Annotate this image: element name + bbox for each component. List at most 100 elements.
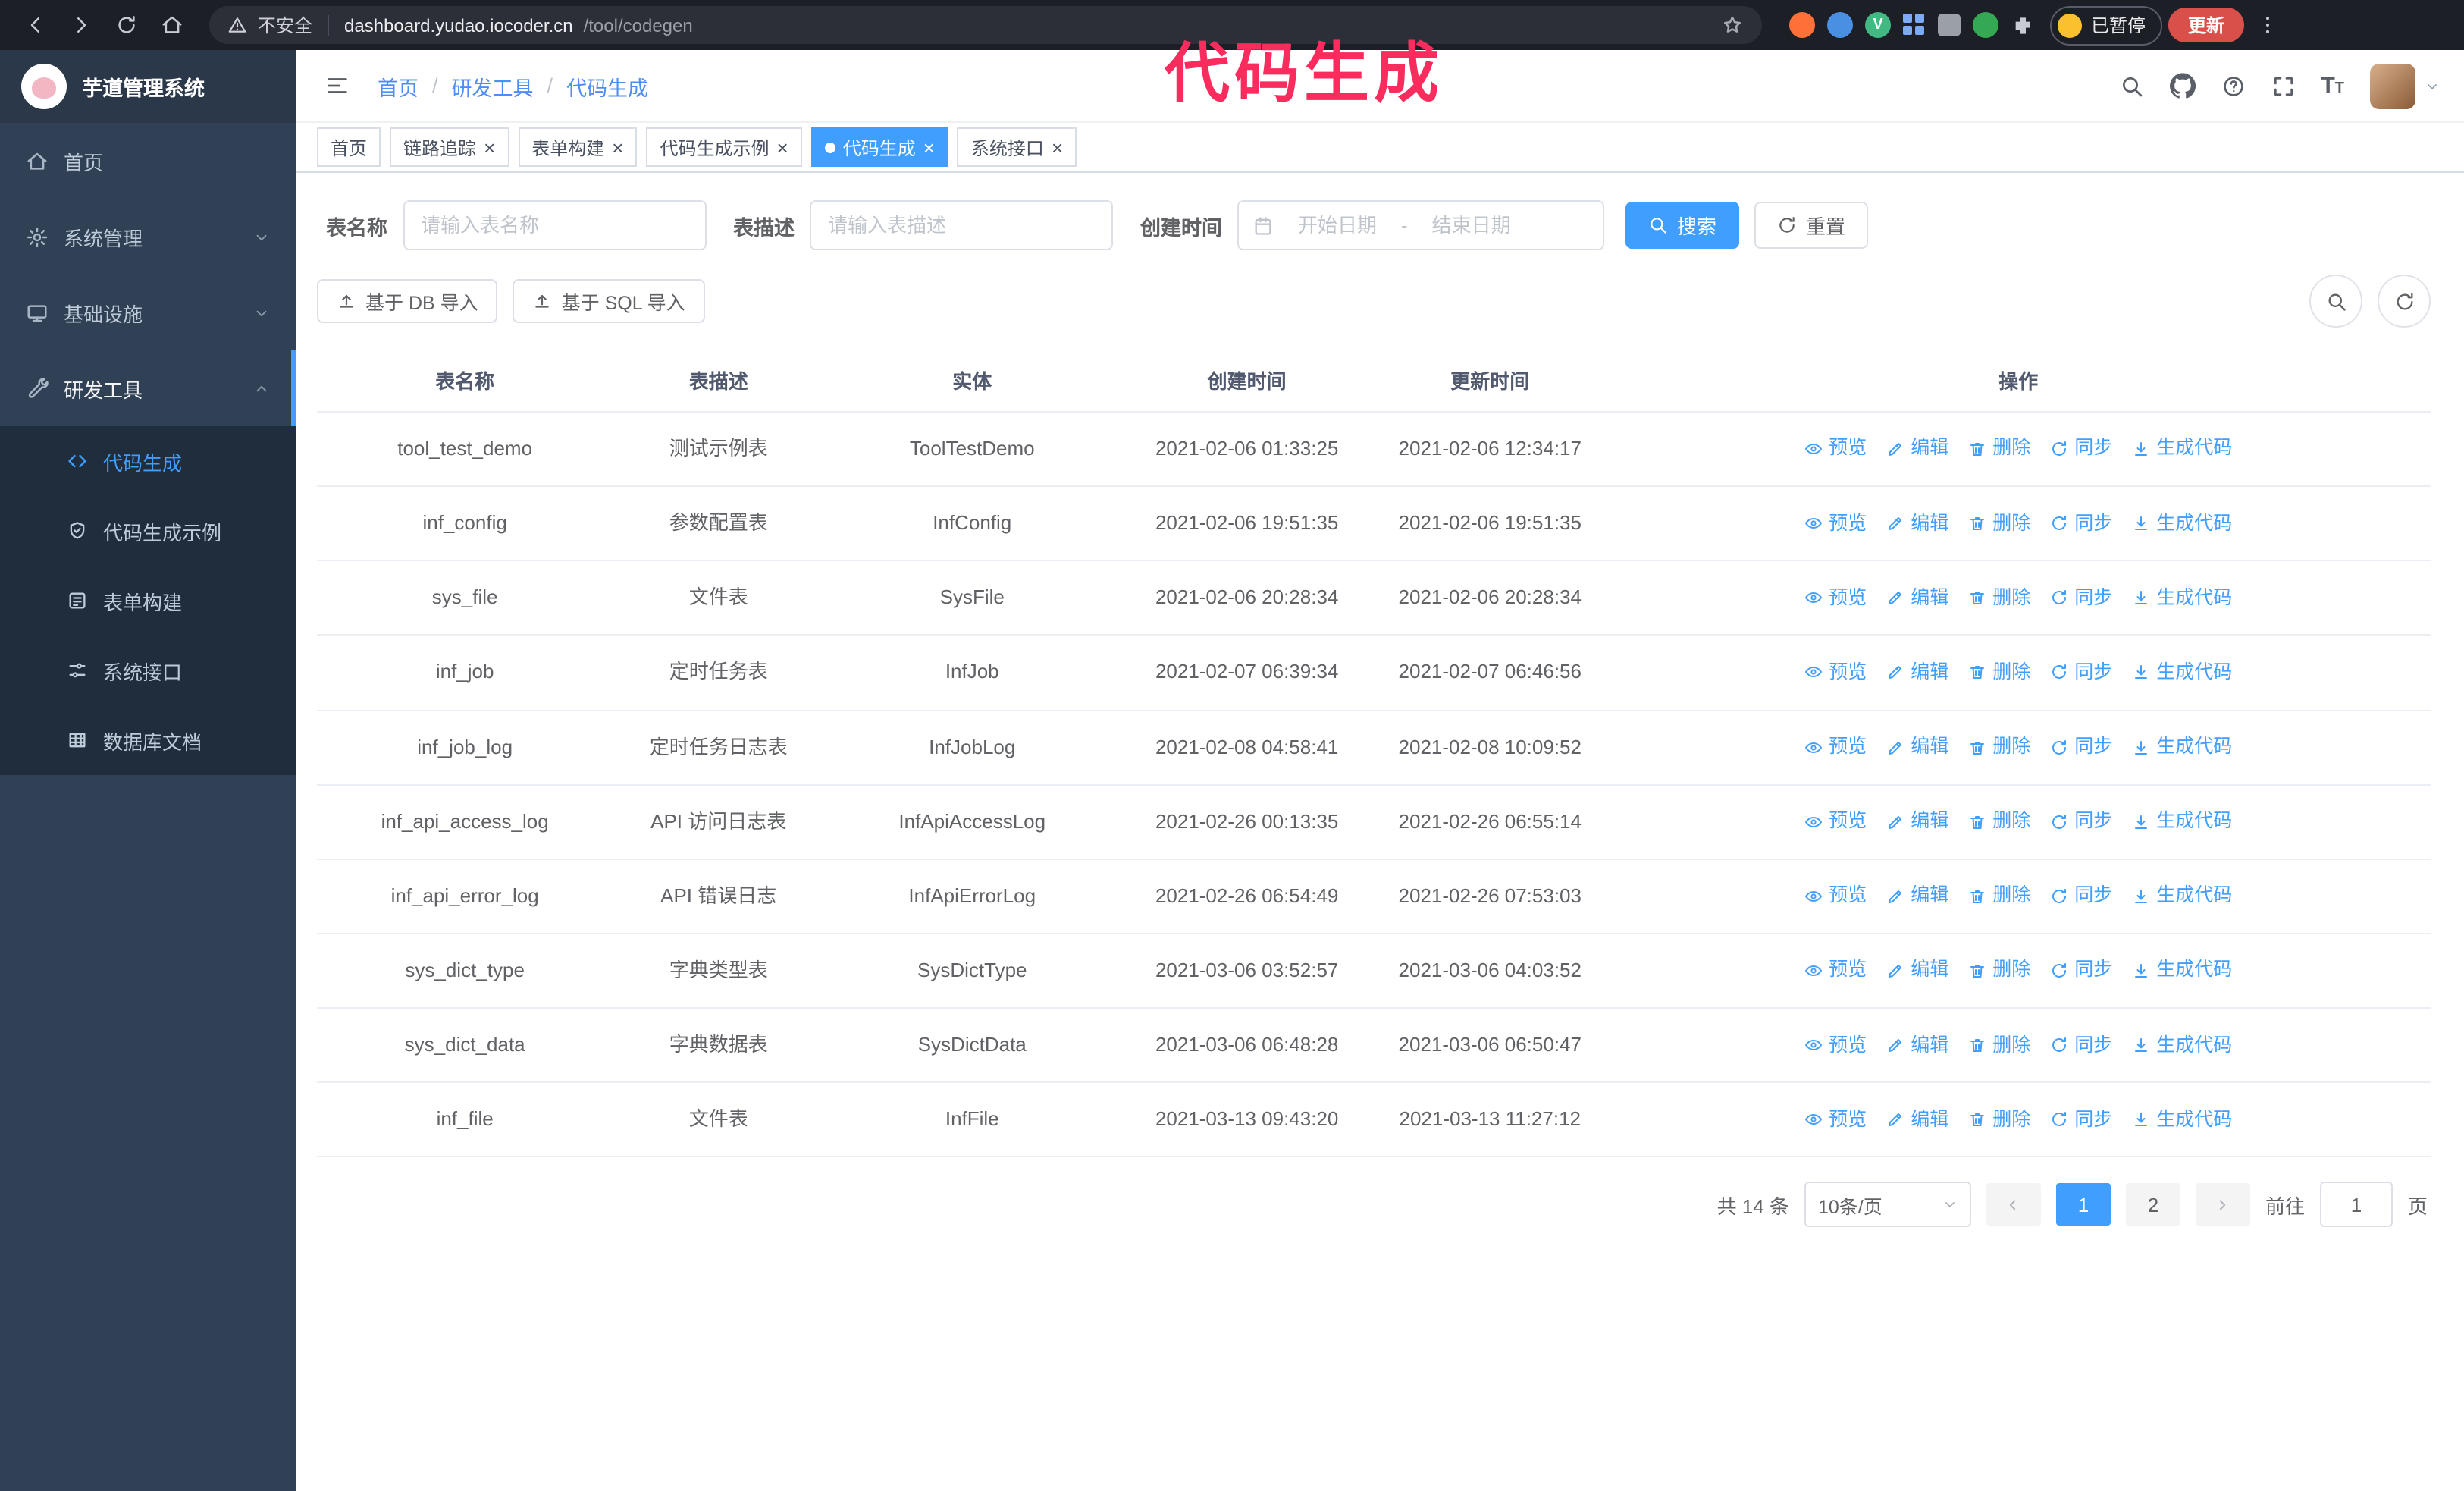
toggle-search-button[interactable] [2309, 275, 2362, 328]
date-start-input[interactable] [1283, 212, 1392, 238]
breadcrumb-home[interactable]: 首页 [378, 71, 419, 101]
preview-link[interactable]: 预览 [1804, 509, 1867, 538]
browser-menu-icon[interactable] [2256, 14, 2279, 36]
delete-link[interactable]: 删除 [1968, 1031, 2030, 1060]
user-menu[interactable] [2370, 63, 2440, 108]
extension-icon[interactable] [1903, 14, 1926, 36]
delete-link[interactable]: 删除 [1968, 583, 2030, 613]
close-icon[interactable]: × [923, 137, 935, 157]
generate-code-link[interactable]: 生成代码 [2132, 956, 2232, 986]
edit-link[interactable]: 编辑 [1886, 956, 1948, 986]
generate-code-link[interactable]: 生成代码 [2132, 435, 2232, 464]
sync-link[interactable]: 同步 [2050, 733, 2112, 762]
generate-code-link[interactable]: 生成代码 [2132, 807, 2232, 837]
breadcrumb-dev-tools[interactable]: 研发工具 [452, 71, 534, 101]
generate-code-link[interactable]: 生成代码 [2132, 583, 2232, 613]
delete-link[interactable]: 删除 [1968, 733, 2030, 762]
sync-link[interactable]: 同步 [2050, 1105, 2112, 1135]
preview-link[interactable]: 预览 [1804, 956, 1867, 986]
sync-link[interactable]: 同步 [2050, 807, 2112, 837]
edit-link[interactable]: 编辑 [1886, 881, 1948, 911]
generate-code-link[interactable]: 生成代码 [2132, 1031, 2232, 1060]
table-desc-input[interactable] [810, 200, 1113, 250]
generate-code-link[interactable]: 生成代码 [2132, 1105, 2232, 1135]
home-icon[interactable] [152, 5, 191, 45]
sync-link[interactable]: 同步 [2050, 435, 2112, 464]
table-name-input[interactable] [403, 200, 706, 250]
close-icon[interactable]: × [484, 137, 495, 157]
next-page-button[interactable] [2195, 1183, 2250, 1226]
delete-link[interactable]: 删除 [1968, 807, 2030, 837]
reset-button[interactable]: 重置 [1754, 202, 1869, 249]
delete-link[interactable]: 删除 [1968, 509, 2030, 538]
sidebar-item-system-api[interactable]: 系统接口 [0, 636, 296, 705]
search-icon[interactable] [2119, 74, 2143, 98]
import-sql-button[interactable]: 基于 SQL 导入 [513, 279, 705, 323]
tab-home[interactable]: 首页 [317, 127, 381, 167]
preview-link[interactable]: 预览 [1804, 1031, 1867, 1060]
delete-link[interactable]: 删除 [1968, 956, 2030, 986]
sidebar-item-db-doc[interactable]: 数据库文档 [0, 705, 296, 775]
extension-icon[interactable] [1789, 12, 1815, 38]
sync-link[interactable]: 同步 [2050, 881, 2112, 911]
delete-link[interactable]: 删除 [1968, 658, 2030, 688]
help-icon[interactable] [2221, 74, 2245, 98]
sidebar-item-form-builder[interactable]: 表单构建 [0, 566, 296, 636]
goto-page-input[interactable] [2319, 1182, 2393, 1228]
sync-link[interactable]: 同步 [2050, 583, 2112, 613]
fullscreen-icon[interactable] [2271, 74, 2295, 98]
preview-link[interactable]: 预览 [1804, 435, 1867, 464]
address-bar[interactable]: 不安全 dashboard.yudao.iocoder.cn/tool/code… [209, 6, 1762, 44]
tab-codegen-example[interactable]: 代码生成示例 × [646, 127, 802, 167]
forward-icon[interactable] [61, 5, 100, 45]
preview-link[interactable]: 预览 [1804, 583, 1867, 613]
date-end-input[interactable] [1416, 212, 1526, 238]
preview-link[interactable]: 预览 [1804, 733, 1867, 762]
edit-link[interactable]: 编辑 [1886, 509, 1948, 538]
extension-icon[interactable] [1827, 12, 1853, 38]
github-icon[interactable] [2169, 73, 2195, 99]
edit-link[interactable]: 编辑 [1886, 583, 1948, 613]
prev-page-button[interactable] [1986, 1183, 2041, 1226]
date-range-picker[interactable]: - [1237, 200, 1604, 250]
generate-code-link[interactable]: 生成代码 [2132, 509, 2232, 538]
puzzle-extensions-icon[interactable] [2011, 13, 2035, 37]
sync-link[interactable]: 同步 [2050, 658, 2112, 688]
profile-paused-badge[interactable]: 已暂停 [2050, 5, 2163, 45]
edit-link[interactable]: 编辑 [1886, 435, 1948, 464]
delete-link[interactable]: 删除 [1968, 881, 2030, 911]
sync-link[interactable]: 同步 [2050, 1031, 2112, 1060]
extension-icon[interactable] [1973, 12, 1998, 38]
tab-system-api[interactable]: 系统接口 × [957, 127, 1077, 167]
tab-form-builder[interactable]: 表单构建 × [518, 127, 638, 167]
sidebar-item-system[interactable]: 系统管理 [0, 199, 296, 275]
preview-link[interactable]: 预览 [1804, 807, 1867, 837]
bookmark-star-icon[interactable] [1721, 14, 1744, 36]
generate-code-link[interactable]: 生成代码 [2132, 658, 2232, 688]
browser-update-button[interactable]: 更新 [2168, 8, 2245, 42]
tab-codegen[interactable]: 代码生成 × [810, 127, 948, 167]
delete-link[interactable]: 删除 [1968, 1105, 2030, 1135]
search-button[interactable]: 搜索 [1625, 202, 1740, 249]
reload-icon[interactable] [106, 5, 146, 45]
sidebar-toggle-icon[interactable] [320, 69, 353, 102]
generate-code-link[interactable]: 生成代码 [2132, 733, 2232, 762]
extension-icon[interactable] [1938, 14, 1961, 36]
edit-link[interactable]: 编辑 [1886, 658, 1948, 688]
preview-link[interactable]: 预览 [1804, 1105, 1867, 1135]
edit-link[interactable]: 编辑 [1886, 807, 1948, 837]
preview-link[interactable]: 预览 [1804, 658, 1867, 688]
close-icon[interactable]: × [777, 137, 788, 157]
sync-link[interactable]: 同步 [2050, 509, 2112, 538]
extension-icon[interactable]: V [1865, 12, 1891, 38]
edit-link[interactable]: 编辑 [1886, 1031, 1948, 1060]
generate-code-link[interactable]: 生成代码 [2132, 881, 2232, 911]
import-db-button[interactable]: 基于 DB 导入 [317, 279, 498, 323]
sidebar-item-codegen[interactable]: 代码生成 [0, 426, 296, 496]
page-button-1[interactable]: 1 [2055, 1183, 2111, 1226]
page-size-select[interactable]: 10条/页 [1804, 1182, 1971, 1228]
sidebar-item-dev-tools[interactable]: 研发工具 [0, 350, 296, 426]
page-button-2[interactable]: 2 [2125, 1183, 2180, 1226]
sidebar-item-infrastructure[interactable]: 基础设施 [0, 275, 296, 350]
preview-link[interactable]: 预览 [1804, 881, 1867, 911]
